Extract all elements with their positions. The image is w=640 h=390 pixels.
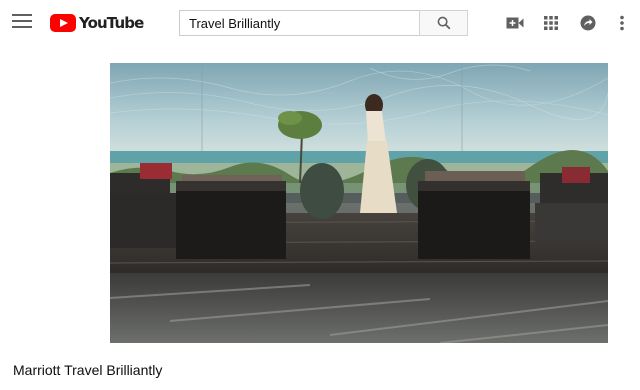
youtube-play-icon xyxy=(50,14,76,32)
hamburger-menu-icon[interactable] xyxy=(12,14,32,30)
search-bar xyxy=(179,10,468,36)
logo-text: YouTube xyxy=(79,14,144,32)
create-video-icon[interactable] xyxy=(505,13,525,33)
youtube-logo[interactable]: YouTube xyxy=(50,12,144,34)
apps-grid-icon[interactable] xyxy=(541,13,561,33)
search-icon xyxy=(437,16,450,30)
video-title: Marriott Travel Brilliantly xyxy=(13,362,163,378)
more-vertical-icon[interactable] xyxy=(612,13,632,33)
top-bar: YouTube xyxy=(0,0,640,46)
video-player[interactable] xyxy=(110,63,608,343)
search-input[interactable] xyxy=(179,10,419,36)
search-button[interactable] xyxy=(419,10,468,36)
video-frame xyxy=(110,63,608,343)
share-icon[interactable] xyxy=(578,13,598,33)
